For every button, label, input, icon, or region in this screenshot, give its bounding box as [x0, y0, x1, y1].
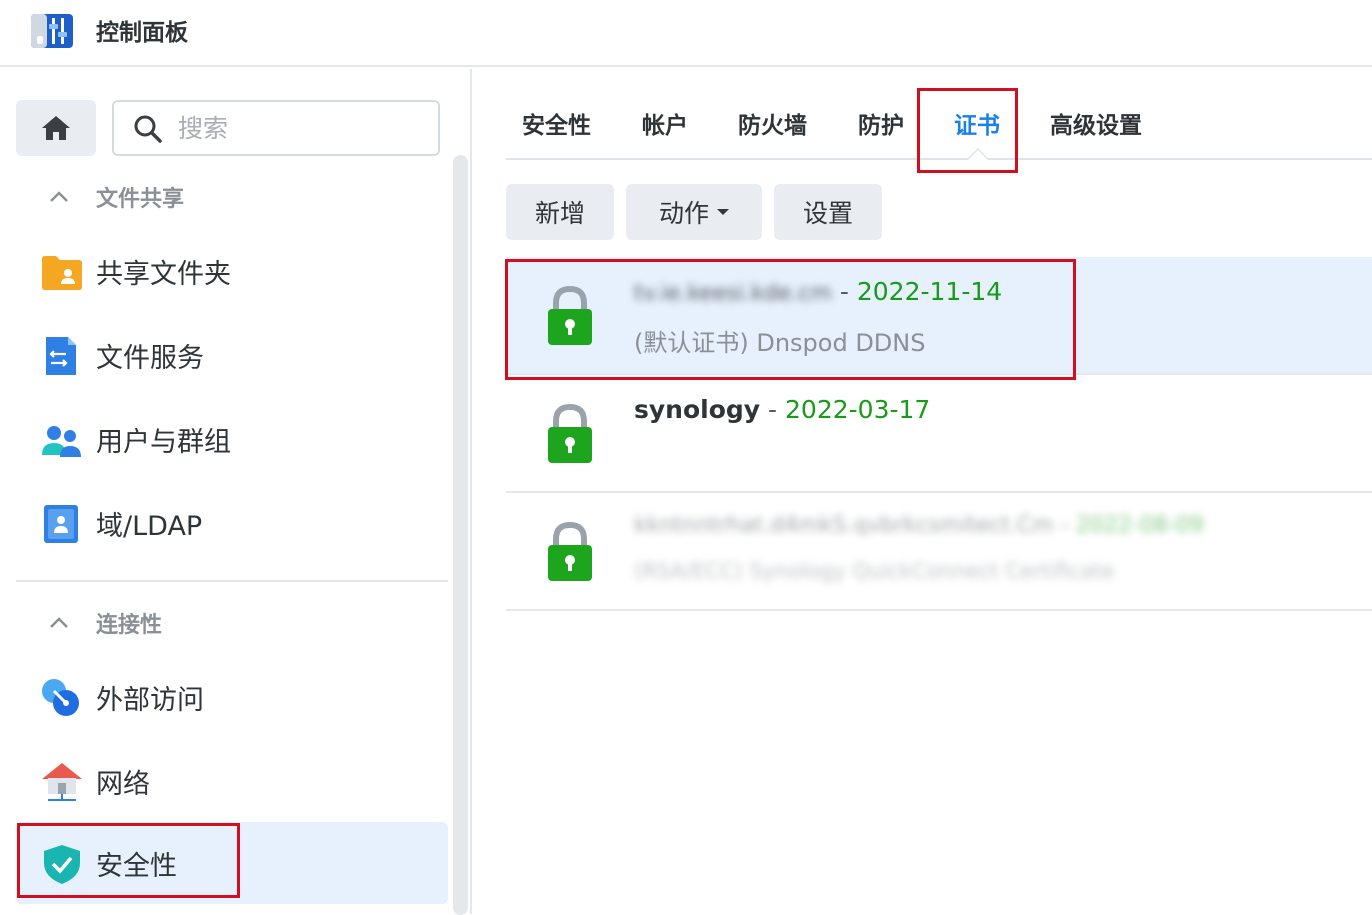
- certificate-title-line: synology - 2022-03-17: [634, 395, 930, 424]
- section-label: 连接性: [96, 613, 163, 638]
- external-access-icon: [42, 679, 79, 716]
- certificate-separator: -: [1053, 513, 1076, 538]
- section-label: 文件共享: [96, 187, 185, 212]
- chevron-up-icon: [50, 617, 68, 628]
- certificate-name: kkntnntrhat.d4mkS.qvbrkcsmitect.Cm: [634, 513, 1054, 538]
- search-box[interactable]: [112, 100, 440, 156]
- active-tab-indicator: [966, 148, 990, 160]
- tab-protection[interactable]: 防护: [858, 106, 904, 140]
- home-icon: [42, 116, 70, 140]
- certificate-row[interactable]: kkntnntrhat.d4mkS.qvbrkcsmitect.Cm - 202…: [506, 493, 1372, 611]
- sidebar-item-label: 域/LDAP: [96, 510, 203, 542]
- domain-ldap-icon: [44, 505, 78, 543]
- sidebar-item-users-groups[interactable]: 用户与群组: [16, 398, 448, 480]
- action-label: 动作: [658, 199, 709, 228]
- search-icon: [134, 115, 162, 143]
- sidebar-item-file-services[interactable]: 文件服务: [16, 314, 448, 396]
- certificate-title-line: tv.ie.keesi.kde.cm - 2022-11-14: [634, 277, 1002, 306]
- network-icon: [42, 763, 82, 801]
- home-button[interactable]: [16, 100, 96, 156]
- certificate-title-line: kkntnntrhat.d4mkS.qvbrkcsmitect.Cm - 202…: [634, 513, 1204, 538]
- file-services-icon: [46, 337, 76, 375]
- tab-security[interactable]: 安全性: [522, 106, 591, 140]
- sidebar-item-label: 外部访问: [96, 684, 204, 716]
- sidebar: 文件共享 共享文件夹 文件服务 用户与群组: [0, 69, 472, 915]
- shield-check-icon: [44, 845, 80, 884]
- certificate-expiry: 2022-11-14: [856, 277, 1003, 306]
- sidebar-item-label: 文件服务: [96, 342, 204, 374]
- app-title: 控制面板: [96, 20, 188, 46]
- certificate-row[interactable]: synology - 2022-03-17: [506, 375, 1372, 493]
- title-bar: 控制面板: [0, 0, 1372, 67]
- lock-icon: [548, 521, 592, 581]
- certificate-row[interactable]: tv.ie.keesi.kde.cm - 2022-11-14 (默认证书) D…: [506, 257, 1372, 375]
- sidebar-item-external-access[interactable]: 外部访问: [16, 656, 448, 738]
- sidebar-item-domain-ldap[interactable]: 域/LDAP: [16, 482, 448, 564]
- certificate-separator: -: [831, 277, 857, 306]
- section-connectivity[interactable]: 连接性: [44, 605, 162, 641]
- tab-advanced[interactable]: 高级设置: [1050, 106, 1142, 140]
- certificate-name: tv.ie.keesi.kde.cm: [634, 281, 832, 306]
- tab-bar: 安全性 帐户 防火墙 防护 证书 高级设置: [506, 88, 1372, 160]
- sidebar-item-security[interactable]: 安全性: [16, 822, 448, 904]
- lock-icon: [548, 285, 592, 345]
- certificate-separator: -: [760, 395, 786, 424]
- certificate-name: synology: [634, 395, 761, 424]
- certificate-expiry: 2022-03-17: [785, 395, 931, 424]
- certificate-description: (默认证书) Dnspod DDNS: [634, 329, 926, 357]
- sidebar-item-label: 用户与群组: [96, 426, 231, 458]
- sidebar-divider: [16, 580, 448, 582]
- section-file-sharing[interactable]: 文件共享: [44, 179, 184, 215]
- sidebar-scrollbar[interactable]: [453, 155, 468, 915]
- sidebar-item-label: 网络: [96, 768, 150, 800]
- add-button[interactable]: 新增: [506, 184, 614, 240]
- caret-down-icon: [717, 209, 729, 215]
- search-input[interactable]: [178, 110, 428, 146]
- settings-button[interactable]: 设置: [774, 184, 882, 240]
- action-dropdown-button[interactable]: 动作: [626, 184, 762, 240]
- sidebar-item-shared-folder[interactable]: 共享文件夹: [16, 230, 448, 312]
- users-groups-icon: [42, 426, 81, 457]
- sidebar-item-label: 安全性: [96, 850, 177, 882]
- chevron-up-icon: [50, 191, 68, 202]
- certificate-expiry: 2022-08-09: [1075, 513, 1204, 538]
- control-panel-icon: [31, 14, 73, 48]
- shared-folder-icon: [42, 256, 82, 290]
- certificate-description: (RSA/ECC) Synology QuickConnect Certific…: [634, 559, 1115, 583]
- sidebar-item-network[interactable]: 网络: [16, 740, 448, 822]
- lock-icon: [548, 403, 592, 463]
- tab-account[interactable]: 帐户: [642, 106, 688, 140]
- tab-certificate[interactable]: 证书: [954, 106, 1000, 140]
- tab-firewall[interactable]: 防火墙: [738, 106, 807, 140]
- sidebar-item-label: 共享文件夹: [96, 258, 231, 290]
